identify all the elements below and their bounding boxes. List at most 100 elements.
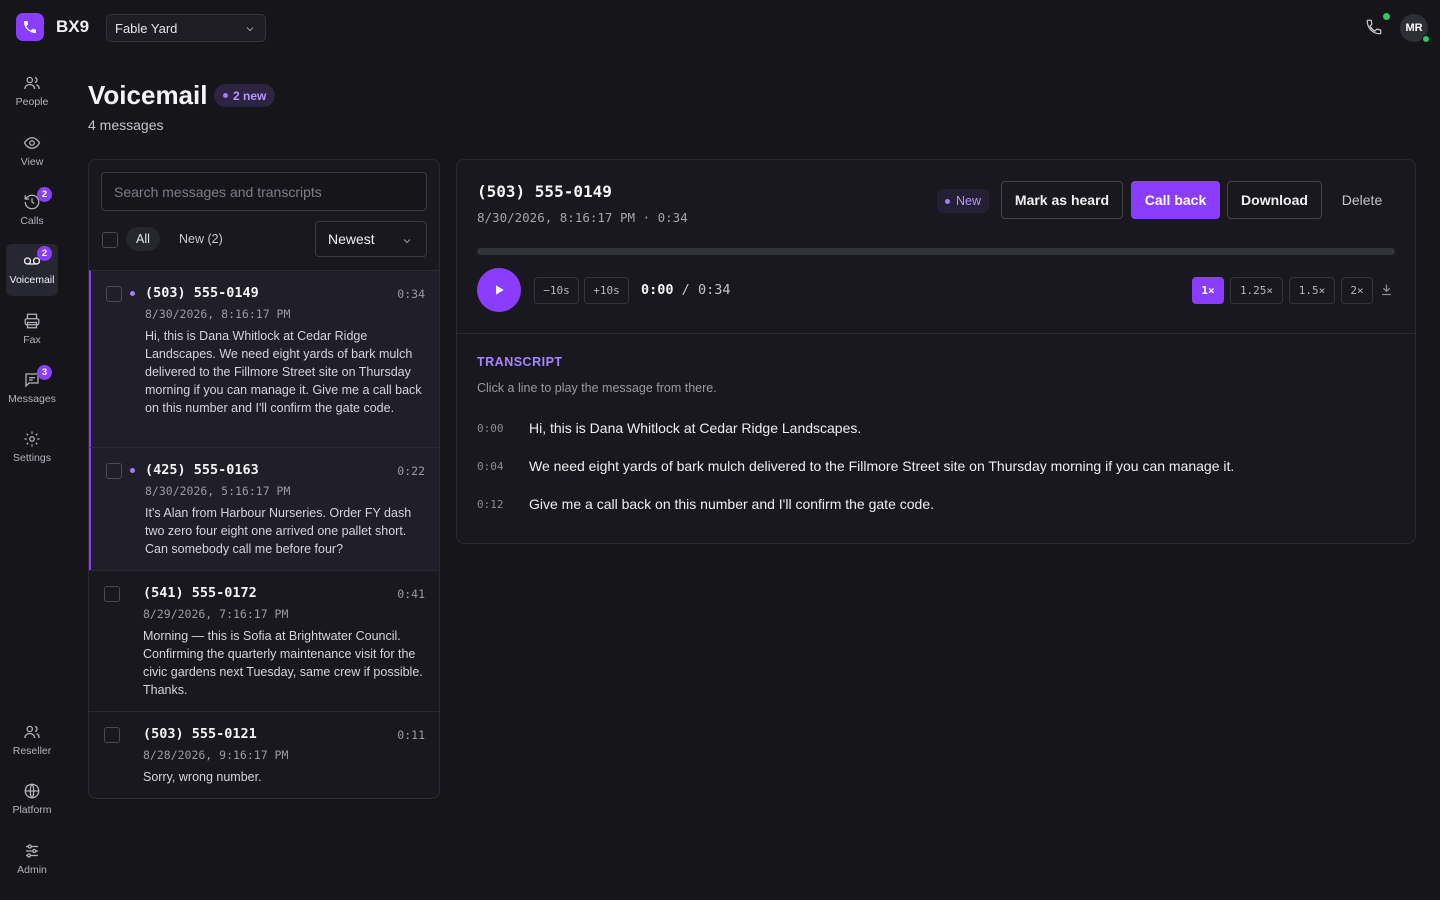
chevron-down-icon: [403, 239, 411, 244]
caller-number: (541) 555-0172: [143, 585, 257, 601]
total-time: 0:34: [697, 282, 731, 298]
nav-messages[interactable]: Messages 3: [6, 363, 58, 415]
transcript-timestamp: 0:00: [477, 421, 504, 435]
speed-1-25x-button[interactable]: 1.25×: [1230, 277, 1283, 304]
section-divider: [457, 333, 1415, 334]
caller-number: (425) 555-0163: [145, 462, 259, 478]
transcript-timestamp: 0:12: [477, 497, 504, 511]
new-count-badge: 2 new: [214, 84, 276, 107]
current-time: 0:00: [641, 282, 674, 298]
sliders-icon: [26, 844, 38, 858]
message-preview: It's Alan from Harbour Nurseries. Order …: [145, 506, 412, 556]
sort-select[interactable]: Newest: [315, 221, 427, 257]
chevron-down-icon: [246, 27, 254, 32]
app-logo[interactable]: [16, 13, 44, 41]
users-icon: [24, 725, 40, 739]
message-duration: 0:22: [397, 464, 425, 478]
message-duration: 0:34: [397, 287, 425, 301]
download-icon[interactable]: [1379, 282, 1394, 297]
row-checkbox[interactable]: [104, 727, 120, 743]
transcript-hint: Click a line to play the message from th…: [477, 381, 717, 395]
message-date: 8/30/2026, 5:16:17 PM: [145, 484, 291, 498]
detail-meta: 8/30/2026, 8:16:17 PM · 0:34: [477, 210, 688, 225]
workspace-select[interactable]: Fable Yard: [106, 14, 266, 42]
playback-progress-bar[interactable]: [477, 248, 1395, 255]
row-checkbox[interactable]: [106, 463, 122, 479]
nav-view[interactable]: View: [6, 126, 58, 178]
status-dot: [945, 198, 950, 204]
row-checkbox[interactable]: [104, 586, 120, 602]
mark-as-heard-button[interactable]: Mark as heard: [1001, 181, 1123, 219]
user-avatar[interactable]: MR: [1400, 14, 1430, 43]
nav-platform-label: Platform: [12, 804, 52, 816]
filter-all-tab[interactable]: All: [126, 227, 160, 251]
message-preview: Sorry, wrong number.: [143, 770, 262, 784]
skip-forward-button[interactable]: +10s: [584, 277, 629, 304]
list-item[interactable]: (541) 555-0172 0:41 8/29/2026, 7:16:17 P…: [89, 570, 439, 711]
transcript-line[interactable]: 0:12 Give me a call back on this number …: [477, 494, 934, 514]
list-item[interactable]: (503) 555-0121 0:11 8/28/2026, 9:16:17 P…: [89, 711, 439, 798]
message-preview: Morning — this is Sofia at Brightwater C…: [143, 629, 423, 697]
search-input[interactable]: [101, 172, 427, 211]
transcript-text: Give me a call back on this number and I…: [529, 496, 934, 512]
message-detail-panel: (503) 555-0149 8/30/2026, 8:16:17 PM · 0…: [456, 159, 1416, 544]
transcript-timestamp: 0:04: [477, 459, 504, 473]
playback-time: 0:00 / 0:34: [641, 282, 730, 298]
gear-icon: [24, 431, 40, 447]
speed-2x-button[interactable]: 2×: [1341, 277, 1373, 304]
nav-view-label: View: [20, 156, 44, 168]
nav-people-label: People: [15, 96, 49, 108]
globe-icon: [24, 783, 40, 799]
nav-reseller[interactable]: Reseller: [6, 715, 58, 767]
nav-fax-label: Fax: [23, 334, 41, 346]
speed-1x-button[interactable]: 1×: [1192, 277, 1224, 304]
message-list-panel: All New (2) Newest (503) 555-0149 0:34 8…: [88, 159, 440, 799]
filter-new-tab[interactable]: New (2): [177, 227, 225, 251]
new-dot: [223, 93, 228, 98]
detail-caller-number: (503) 555-0149: [477, 182, 612, 201]
nav-admin-label: Admin: [17, 864, 47, 876]
message-duration: 0:11: [397, 728, 425, 742]
play-icon: [496, 285, 504, 295]
nav-voicemail[interactable]: Voicemail 2: [6, 244, 58, 296]
message-date: 8/29/2026, 7:16:17 PM: [143, 607, 289, 621]
transcript-line[interactable]: 0:04 We need eight yards of bark mulch d…: [477, 456, 1234, 476]
people-icon: [24, 76, 40, 90]
transcript-line[interactable]: 0:00 Hi, this is Dana Whitlock at Cedar …: [477, 418, 861, 438]
status-badge: New: [937, 189, 990, 213]
sort-value: Newest: [328, 231, 375, 247]
eye-icon: [23, 137, 41, 149]
play-button[interactable]: [477, 268, 521, 312]
message-duration: 0:41: [397, 587, 425, 601]
download-button[interactable]: Download: [1227, 181, 1322, 219]
list-item[interactable]: (425) 555-0163 0:22 8/30/2026, 5:16:17 P…: [89, 447, 439, 570]
transcript-text: Hi, this is Dana Whitlock at Cedar Ridge…: [529, 420, 862, 436]
nav-settings[interactable]: Settings: [6, 422, 58, 474]
delete-button[interactable]: Delete: [1329, 181, 1395, 219]
list-item[interactable]: (503) 555-0149 0:34 8/30/2026, 8:16:17 P…: [89, 270, 439, 447]
nav-settings-label: Settings: [13, 452, 51, 464]
message-count: 4 messages: [88, 117, 164, 133]
nav-fax[interactable]: Fax: [6, 304, 58, 356]
time-separator: /: [681, 282, 690, 298]
message-date: 8/28/2026, 9:16:17 PM: [143, 748, 289, 762]
row-checkbox[interactable]: [106, 286, 122, 302]
message-date: 8/30/2026, 8:16:17 PM: [145, 307, 291, 321]
message-preview: Hi, this is Dana Whitlock at Cedar Ridge…: [145, 329, 422, 415]
workspace-name: Fable Yard: [115, 20, 178, 36]
speed-1-5x-button[interactable]: 1.5×: [1289, 277, 1335, 304]
nav-people[interactable]: People: [6, 66, 58, 118]
nav-platform[interactable]: Platform: [6, 774, 58, 826]
status-label: New: [956, 194, 982, 208]
caller-number: (503) 555-0149: [145, 285, 259, 301]
call-back-button[interactable]: Call back: [1131, 181, 1220, 219]
nav-calls[interactable]: Calls 2: [6, 185, 58, 237]
softphone-button[interactable]: [1365, 13, 1390, 39]
skip-back-button[interactable]: −10s: [534, 277, 579, 304]
phone-outline-icon: [1366, 19, 1382, 35]
brand-name: BX9: [56, 17, 90, 36]
online-status-dot: [1383, 13, 1390, 20]
select-all-checkbox[interactable]: [102, 232, 118, 248]
nav-admin[interactable]: Admin: [6, 834, 58, 886]
transcript-heading: TRANSCRIPT: [477, 355, 563, 369]
